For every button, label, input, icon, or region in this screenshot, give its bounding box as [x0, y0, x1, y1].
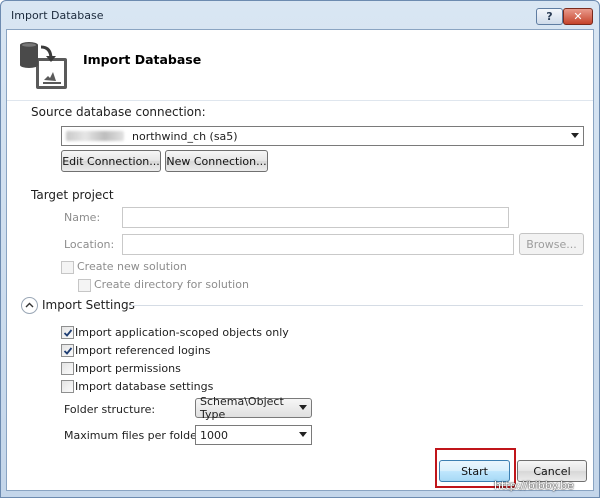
folder-structure-dropdown[interactable]: Schema\Object Type — [195, 395, 312, 421]
source-connection-value: northwind_ch (sa5) — [132, 129, 238, 143]
chevron-down-icon — [571, 133, 579, 138]
folder-structure-value: Schema\Object Type — [200, 395, 284, 421]
name-label: Name: — [64, 211, 101, 224]
source-connection-combo[interactable]: northwind_ch (sa5) — [61, 126, 584, 146]
checkmark-icon — [63, 346, 72, 355]
create-directory-label: Create directory for solution — [94, 278, 249, 291]
collapse-import-settings-button[interactable] — [21, 297, 38, 314]
chevron-up-icon — [25, 302, 34, 308]
window-title: Import Database — [11, 9, 104, 22]
watermark: http://bibby.be — [494, 479, 574, 492]
import-referenced-logins-label: Import referenced logins — [75, 344, 211, 357]
help-button[interactable]: ? — [536, 8, 563, 25]
location-field[interactable] — [122, 234, 514, 255]
import-database-icon — [17, 39, 71, 93]
import-permissions-label: Import permissions — [75, 362, 181, 375]
max-files-combo[interactable]: 1000 — [195, 425, 312, 445]
create-directory-checkbox[interactable] — [78, 279, 91, 292]
edit-connection-button[interactable]: Edit Connection... — [61, 150, 161, 172]
import-settings-label: Import Settings — [42, 298, 135, 312]
title-bar[interactable]: Import Database ? ✕ — [1, 1, 599, 29]
folder-structure-label: Folder structure: — [64, 403, 156, 416]
chevron-down-icon — [299, 405, 307, 410]
import-app-scoped-checkbox[interactable] — [61, 326, 74, 339]
import-database-settings-checkbox[interactable] — [61, 380, 74, 393]
location-label: Location: — [64, 238, 115, 251]
max-files-label: Maximum files per folder: — [64, 429, 205, 442]
import-app-scoped-label: Import application-scoped objects only — [75, 326, 289, 339]
target-project-label: Target project — [31, 188, 114, 202]
header-title: Import Database — [83, 52, 202, 67]
import-referenced-logins-checkbox[interactable] — [61, 344, 74, 357]
source-connection-label: Source database connection: — [31, 105, 206, 119]
chevron-down-icon — [299, 432, 307, 437]
redacted-server-name — [66, 131, 124, 141]
import-settings-divider — [129, 305, 583, 306]
import-permissions-checkbox[interactable] — [61, 362, 74, 375]
dialog-body: Import Database Source database connecti… — [6, 29, 594, 491]
create-new-solution-label: Create new solution — [77, 260, 187, 273]
header-divider — [7, 100, 593, 101]
import-database-settings-label: Import database settings — [75, 380, 214, 393]
checkmark-icon — [63, 328, 72, 337]
browse-button[interactable]: Browse... — [519, 233, 584, 255]
create-new-solution-checkbox[interactable] — [61, 261, 74, 274]
new-connection-button[interactable]: New Connection... — [165, 150, 268, 172]
name-field[interactable] — [122, 207, 509, 228]
close-button[interactable]: ✕ — [563, 8, 593, 25]
max-files-value: 1000 — [200, 428, 228, 442]
